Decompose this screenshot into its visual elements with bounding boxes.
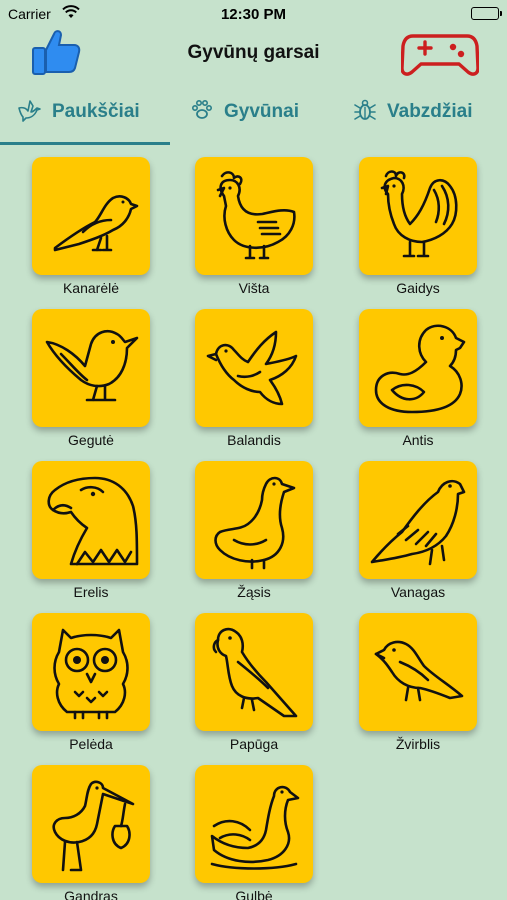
animal-card-hen[interactable]: Višta [179,157,329,297]
category-tabs: Paukščiai Gyvūnai Vabzdžiai [0,92,507,148]
animal-name: Gulbė [235,888,273,900]
animal-tile [359,461,477,579]
dove-icon [206,330,298,406]
tab-selection-indicator [0,142,170,145]
animal-tile [359,309,477,427]
gamepad-icon[interactable] [400,30,480,78]
animal-tile [32,157,150,275]
stork-icon [52,780,135,872]
animal-card-sparrow[interactable]: Žvirblis [343,613,493,753]
parrot-icon [212,627,298,718]
eagle-icon [47,476,139,566]
animal-tile [195,309,313,427]
animal-name: Papūga [229,736,279,752]
animal-card-owl[interactable]: Pelėda [16,613,166,753]
tab-label: Gyvūnai [224,101,299,122]
animal-tile [32,309,150,427]
animal-name: Gegutė [68,432,114,448]
animal-name: Balandis [227,432,281,448]
animal-card-eagle[interactable]: Erelis [16,461,166,601]
animal-tile [195,461,313,579]
tab-birds[interactable]: Paukščiai [16,92,140,132]
animal-tile [195,157,313,275]
tab-insects[interactable]: Vabzdžiai [353,92,473,132]
animal-card-rooster[interactable]: Gaidys [343,157,493,297]
animal-card-stork[interactable]: Gandras [16,765,166,900]
animal-name: Pelėda [69,736,113,752]
battery-icon [471,7,502,20]
animal-card-canary[interactable]: Kanarėlė [16,157,166,297]
animal-card-parrot[interactable]: Papūga [179,613,329,753]
animal-tile [32,461,150,579]
swan-icon [210,785,300,870]
tab-label: Paukščiai [52,101,140,122]
duck-icon [374,324,466,414]
canary-icon [53,195,139,252]
animal-name: Kanarėlė [62,280,120,296]
animal-name: Žąsis [237,584,271,600]
sparrow-icon [374,640,464,702]
animal-card-duck[interactable]: Antis [343,309,493,449]
animal-tile [195,765,313,883]
bird-icon [16,97,42,128]
hawk-icon [370,479,466,566]
status-time: 12:30 PM [220,6,287,23]
animal-name: Gaidys [396,280,440,296]
animal-name: Vanagas [390,584,446,600]
animal-card-swan[interactable]: Gulbė [179,765,329,900]
animal-tile [32,613,150,731]
owl-icon [53,628,129,720]
animal-card-hawk[interactable]: Vanagas [343,461,493,601]
animal-card-goose[interactable]: Žąsis [179,461,329,601]
navigation-bar: Gyvūnų garsai [0,28,507,80]
tab-animals[interactable]: Gyvūnai [190,92,299,132]
hen-icon [216,171,296,260]
animal-tile [359,157,477,275]
animal-tile [359,613,477,731]
bug-icon [353,98,377,127]
paw-icon [190,98,214,127]
rooster-icon [380,170,458,258]
animal-name: Antis [402,432,434,448]
animal-name: Žvirblis [395,736,441,752]
animal-name: Erelis [73,584,109,600]
animal-tile [32,765,150,883]
cuckoo-icon [45,330,139,402]
animal-tile [195,613,313,731]
tab-label: Vabzdžiai [387,101,473,122]
animal-card-dove[interactable]: Balandis [179,309,329,449]
animal-name: Višta [238,280,270,296]
animal-card-cuckoo[interactable]: Gegutė [16,309,166,449]
animal-name: Gandras [64,888,118,900]
goose-icon [214,476,296,570]
